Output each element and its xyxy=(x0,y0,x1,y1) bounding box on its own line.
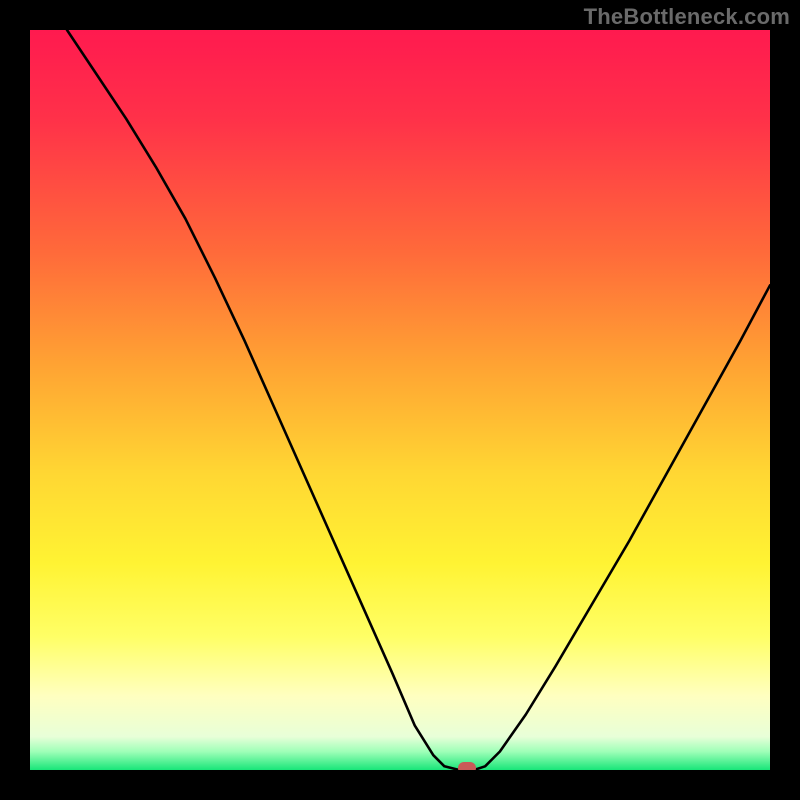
watermark-text: TheBottleneck.com xyxy=(584,4,790,30)
min-point-marker xyxy=(458,762,476,770)
bottleneck-curve xyxy=(30,30,770,770)
chart-frame: TheBottleneck.com xyxy=(0,0,800,800)
plot-area xyxy=(30,30,770,770)
